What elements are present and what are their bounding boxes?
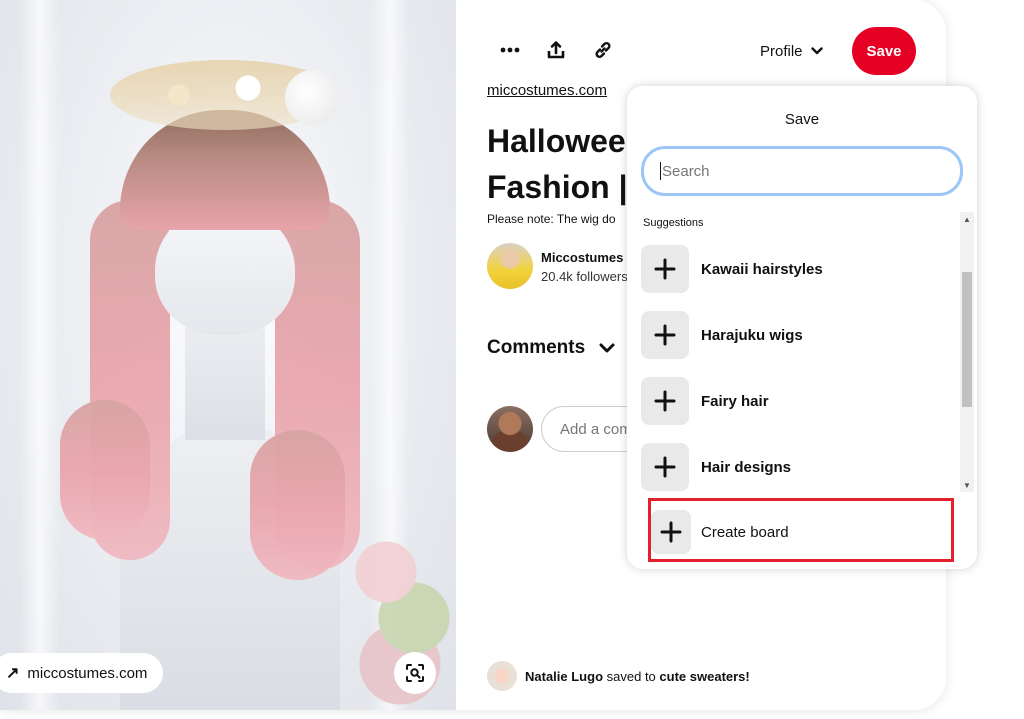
- popover-title: Save: [784, 111, 820, 128]
- visual-search-icon: [405, 663, 425, 683]
- more-icon: [500, 47, 520, 53]
- pin-description: Please note: The wig do: [487, 212, 616, 226]
- board-search-placeholder: Search: [662, 162, 710, 180]
- scrollbar-thumb[interactable]: [962, 272, 972, 407]
- save-activity: Natalie Lugo saved to cute sweaters!: [487, 661, 750, 691]
- mannequin-neck: [185, 320, 265, 440]
- save-button[interactable]: Save: [852, 27, 916, 75]
- pin-image[interactable]: ↗ miccostumes.com: [0, 0, 456, 710]
- save-to-board-popover: Save Search Suggestions Kawaii hairstyle…: [627, 86, 977, 569]
- board-suggestion-item[interactable]: Harajuku wigs: [641, 302, 957, 368]
- current-user-avatar: [487, 406, 533, 452]
- image-source-label: miccostumes.com: [27, 664, 148, 682]
- activity-user[interactable]: Natalie Lugo: [525, 669, 603, 684]
- hair-curl-left: [60, 400, 150, 540]
- text-cursor: [660, 162, 661, 180]
- board-search-input[interactable]: Search: [641, 146, 963, 196]
- board-suggestion-item[interactable]: Fairy hair: [641, 368, 957, 434]
- scroll-up-arrow-icon[interactable]: ▲: [960, 212, 974, 226]
- image-source-link[interactable]: ↗ miccostumes.com: [0, 653, 164, 693]
- board-list-scrollbar[interactable]: ▲ ▼: [960, 212, 974, 492]
- activity-verb: saved to: [606, 668, 656, 684]
- comments-toggle[interactable]: Comments: [487, 337, 615, 359]
- plus-icon: [641, 311, 689, 359]
- create-board-button[interactable]: Create board: [649, 504, 951, 560]
- scroll-down-arrow-icon[interactable]: ▼: [960, 478, 974, 492]
- profile-dropdown-button[interactable]: Profile: [760, 36, 823, 66]
- creator-avatar[interactable]: [487, 243, 533, 289]
- pin-title: Hallowee Fashion |: [487, 123, 628, 205]
- creator-followers: 20.4k followers: [541, 269, 628, 284]
- board-suggestion-list: Kawaii hairstyles Harajuku wigs Fairy ha…: [641, 236, 957, 500]
- plus-icon: [641, 245, 689, 293]
- hair-puff: [285, 70, 340, 125]
- plus-icon: [651, 510, 691, 554]
- source-link[interactable]: miccostumes.com: [487, 82, 607, 99]
- hair-curl-right: [250, 430, 345, 580]
- board-name: Harajuku wigs: [701, 326, 803, 344]
- more-options-button[interactable]: [496, 36, 524, 64]
- board-name: Hair designs: [701, 458, 792, 476]
- suggestions-label: Suggestions: [643, 217, 704, 229]
- activity-avatar[interactable]: [487, 661, 517, 691]
- page: ↗ miccostumes.com Profile Save miccostum…: [0, 0, 1024, 719]
- board-name: Kawaii hairstyles: [701, 260, 823, 278]
- board-name: Fairy hair: [701, 392, 769, 410]
- board-suggestion-item[interactable]: Kawaii hairstyles: [641, 236, 957, 302]
- creator-name[interactable]: Miccostumes: [541, 250, 623, 265]
- comment-input-placeholder: Add a com: [560, 420, 632, 438]
- chevron-down-icon: [810, 47, 823, 55]
- copy-link-button[interactable]: [589, 36, 617, 64]
- link-icon: [593, 40, 613, 60]
- chevron-down-icon: [599, 343, 615, 354]
- activity-text: Natalie Lugo saved to cute sweaters!: [525, 669, 750, 684]
- visual-search-button[interactable]: [394, 652, 436, 694]
- profile-label: Profile: [760, 42, 803, 60]
- share-button[interactable]: [542, 36, 570, 64]
- plus-icon: [641, 377, 689, 425]
- flower-bouquet: [330, 480, 456, 710]
- arrow-up-right-icon: ↗: [6, 665, 20, 682]
- comments-heading: Comments: [487, 337, 586, 358]
- board-suggestion-item[interactable]: Hair designs: [641, 434, 957, 500]
- plus-icon: [641, 443, 689, 491]
- background-curtain: [20, 0, 60, 710]
- activity-board[interactable]: cute sweaters!: [659, 669, 749, 684]
- create-board-label: Create board: [701, 523, 789, 541]
- share-icon: [546, 40, 566, 60]
